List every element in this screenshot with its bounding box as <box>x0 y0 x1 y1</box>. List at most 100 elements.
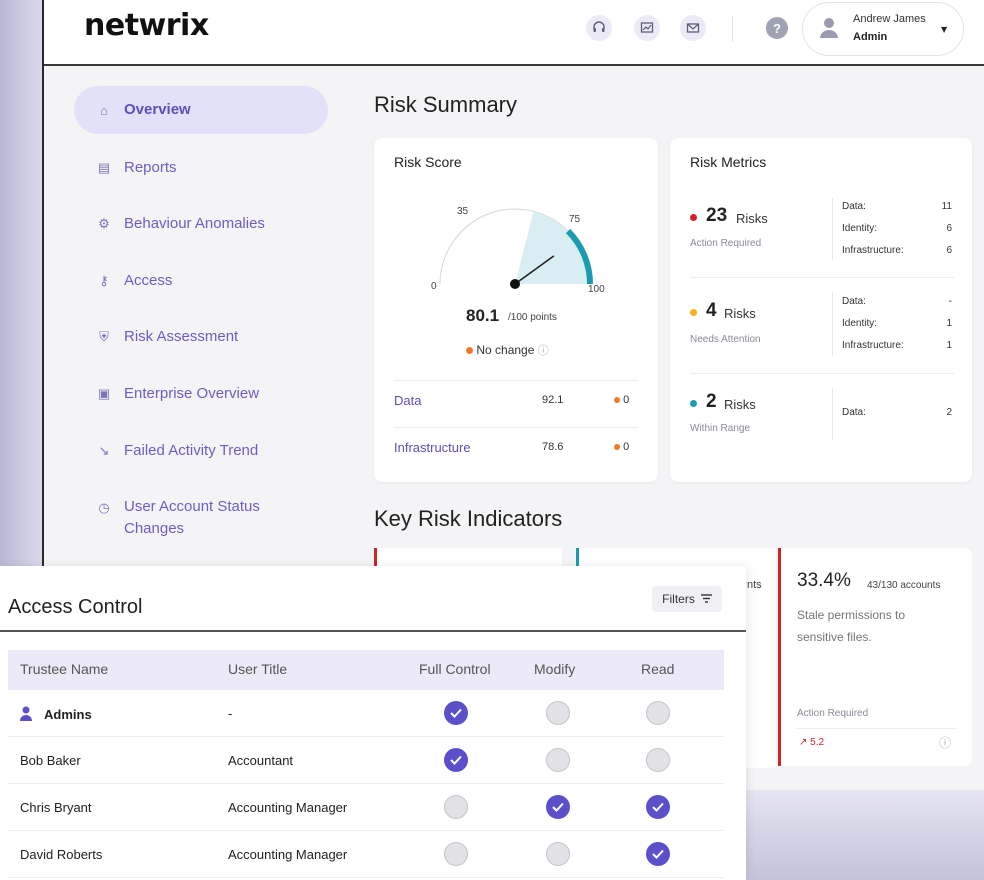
row-value: 92.1 <box>542 394 564 406</box>
report-icon: ▤ <box>97 160 111 175</box>
netwrix-logo[interactable]: netwrix <box>84 8 209 43</box>
table-row[interactable]: Admins - <box>8 690 724 737</box>
unchecked-modify-checkbox[interactable] <box>546 748 570 772</box>
user-title: Accountant <box>228 753 294 768</box>
metric-action-required[interactable]: 23 Risks Action Required Data: 11 Identit… <box>670 188 972 283</box>
metric-count: 4 <box>706 300 717 321</box>
page-title: Risk Summary <box>374 92 518 117</box>
table-row[interactable]: David Roberts Accounting Manager <box>8 831 724 878</box>
row-change: 0 <box>614 394 629 406</box>
status-dot <box>690 214 697 221</box>
info-icon[interactable]: ⓘ <box>939 734 951 751</box>
panel-title: Access Control <box>8 596 143 618</box>
column-header[interactable]: Read <box>641 661 674 677</box>
sidebar-item-user-account-status-changes[interactable]: ◷ User Account Status Changes <box>74 492 328 548</box>
sidebar-item-label: Risk Assessment <box>124 328 239 345</box>
unchecked-full-checkbox[interactable] <box>444 842 468 866</box>
sidebar-item-label: User Account Status Changes <box>124 498 260 537</box>
sidebar-item-behaviour-anomalies[interactable]: ⚙ Behaviour Anomalies <box>74 200 328 248</box>
metric-count: 2 <box>706 391 717 412</box>
kri-trend: ↗ 5.2 <box>799 737 824 748</box>
kri-card-partial[interactable] <box>374 548 562 568</box>
checked-read-checkbox[interactable] <box>646 795 670 819</box>
card-title: Risk Metrics <box>690 154 767 170</box>
info-icon[interactable]: ⓘ <box>538 345 549 357</box>
trustee-name: Bob Baker <box>20 753 81 768</box>
trustee-name: Admins <box>20 706 92 722</box>
monitor-icon: ▣ <box>97 386 111 401</box>
status-dot <box>614 444 620 451</box>
column-header[interactable]: Trustee Name <box>20 661 108 677</box>
sidebar-item-label: Overview <box>124 101 191 118</box>
trend-up-icon: ↗ <box>799 737 808 748</box>
user-title: Accounting Manager <box>228 847 348 862</box>
kri-description: Stale permissions to sensitive files. <box>797 608 906 644</box>
user-menu[interactable]: Andrew James Admin ▼ <box>802 2 964 56</box>
gear-icon: ⚙ <box>98 216 110 231</box>
score-row-infrastructure[interactable]: Infrastructure 78.6 0 <box>394 427 638 465</box>
kri-percent: 33.4% <box>797 570 851 591</box>
report-chart-icon[interactable] <box>634 15 660 41</box>
divider <box>690 277 954 278</box>
clock-icon: ◷ <box>98 500 110 515</box>
metric-label: Risks <box>724 397 756 412</box>
column-header[interactable]: Modify <box>534 661 575 677</box>
status-dot <box>690 400 697 407</box>
user-name: Andrew James <box>853 13 926 25</box>
unchecked-full-checkbox[interactable] <box>444 795 468 819</box>
score-row-data[interactable]: Data 92.1 0 <box>394 380 638 418</box>
trend-down-icon: ↘ <box>98 443 110 458</box>
trustee-name: David Roberts <box>20 847 102 862</box>
trustee-name-text: Bob Baker <box>20 753 81 768</box>
sidebar-item-reports[interactable]: ▤ Reports <box>74 144 328 192</box>
sidebar-item-access[interactable]: ⚷ Access <box>74 257 328 305</box>
trend-value: 5.2 <box>810 737 825 748</box>
breakdown-item: Data: - <box>842 296 952 307</box>
breakdown-item: Infrastructure: 1 <box>842 340 952 351</box>
gauge-tick-label: 75 <box>569 214 581 225</box>
filters-label: Filters <box>662 592 695 606</box>
metric-within-range[interactable]: 2 Risks Within Range Data: 2 <box>670 378 972 473</box>
sidebar-item-failed-activity-trend[interactable]: ↘ Failed Activity Trend <box>74 427 328 475</box>
risk-score-value: 80.1 <box>466 306 500 325</box>
table-header: Trustee Name User Title Full Control Mod… <box>8 650 724 690</box>
metric-label: Risks <box>724 306 756 321</box>
status-dot <box>466 347 473 355</box>
metric-status: Needs Attention <box>690 334 761 345</box>
divider <box>832 198 833 260</box>
sidebar-item-risk-assessment[interactable]: ⛨ Risk Assessment <box>74 313 328 361</box>
unchecked-read-checkbox[interactable] <box>646 701 670 725</box>
filters-button[interactable]: Filters <box>652 586 722 612</box>
avatar-icon <box>819 17 839 43</box>
breakdown-item: Data: 11 <box>842 201 952 212</box>
divider <box>832 388 833 440</box>
status-dot <box>614 397 620 404</box>
breakdown-item: Identity: 1 <box>842 318 952 329</box>
headset-icon[interactable] <box>586 15 612 41</box>
unchecked-modify-checkbox[interactable] <box>546 842 570 866</box>
breakdown-item: Infrastructure: 6 <box>842 245 952 256</box>
checked-read-checkbox[interactable] <box>646 842 670 866</box>
checked-full-checkbox[interactable] <box>444 748 468 772</box>
divider <box>690 373 954 374</box>
metric-needs-attention[interactable]: 4 Risks Needs Attention Data: - Identity:… <box>670 284 972 379</box>
risk-metrics-card: Risk Metrics 23 Risks Action Required Da… <box>670 138 972 482</box>
unchecked-read-checkbox[interactable] <box>646 748 670 772</box>
table-row[interactable]: Chris Bryant Accounting Manager <box>8 784 724 831</box>
row-name: Infrastructure <box>394 440 471 455</box>
table-row[interactable]: Bob Baker Accountant <box>8 737 724 784</box>
column-header[interactable]: User Title <box>228 661 287 677</box>
checked-modify-checkbox[interactable] <box>546 795 570 819</box>
unchecked-modify-checkbox[interactable] <box>546 701 570 725</box>
mail-icon[interactable] <box>680 15 706 41</box>
breakdown-item: Data: 2 <box>842 407 952 418</box>
kri-ratio: 43/130 accounts <box>867 580 941 591</box>
checked-full-checkbox[interactable] <box>444 701 468 725</box>
help-icon[interactable]: ? <box>766 17 788 39</box>
sidebar-item-enterprise-overview[interactable]: ▣ Enterprise Overview <box>74 370 328 418</box>
sidebar-item-overview[interactable]: ⌂ Overview <box>74 86 328 134</box>
kri-card-stale-permissions[interactable]: 33.4% 43/130 accounts Stale permissions … <box>778 548 972 766</box>
metric-count: 23 <box>706 205 728 226</box>
column-header[interactable]: Full Control <box>419 661 491 677</box>
toolbar-divider <box>732 16 733 42</box>
